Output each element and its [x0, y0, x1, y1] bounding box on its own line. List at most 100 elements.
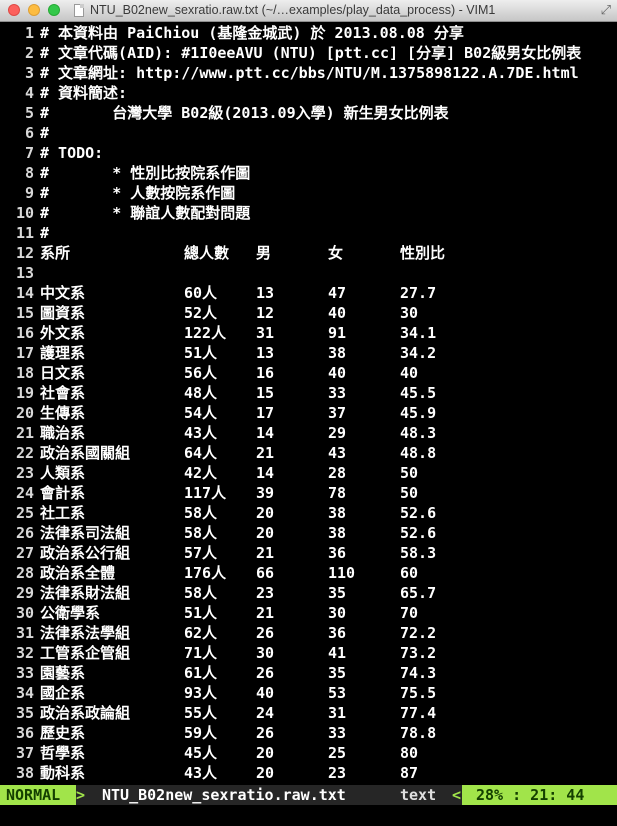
- dept-cell: 日文系: [40, 364, 86, 382]
- ratio-cell: 60: [400, 564, 419, 582]
- dept-cell: 公衛學系: [40, 604, 101, 622]
- line-number: 11: [15, 224, 34, 242]
- line-text: # * 性別比按院系作圖: [40, 164, 251, 182]
- male-cell: 21: [256, 604, 275, 622]
- total-cell: 45人: [184, 744, 218, 762]
- male-cell: 24: [256, 704, 275, 722]
- female-cell: 36: [328, 624, 347, 642]
- total-cell: 48人: [184, 384, 218, 402]
- male-cell: 14: [256, 464, 275, 482]
- total-cell: 55人: [184, 704, 218, 722]
- male-cell: 12: [256, 304, 275, 322]
- ratio-cell: 34.1: [400, 324, 437, 342]
- line-text: # * 人數按院系作圖: [40, 184, 236, 202]
- fullscreen-icon[interactable]: ⤢: [601, 2, 611, 18]
- line-text: #: [40, 224, 50, 242]
- line-number: 9: [24, 184, 34, 202]
- dept-cell: 歷史系: [40, 724, 86, 742]
- male-cell: 21: [256, 544, 275, 562]
- line-number: 32: [15, 644, 34, 662]
- line-number: 22: [15, 444, 34, 462]
- female-cell: 29: [328, 424, 347, 442]
- line-number: 23: [15, 464, 34, 482]
- separator-right-icon: >: [76, 786, 86, 804]
- female-cell: 47: [328, 284, 347, 302]
- ratio-cell: 74.3: [400, 664, 437, 682]
- total-cell: 58人: [184, 584, 218, 602]
- dept-cell: 法律系司法組: [40, 524, 131, 542]
- male-cell: 26: [256, 664, 275, 682]
- zoom-button[interactable]: [48, 4, 60, 16]
- dept-cell: 生傳系: [40, 404, 86, 422]
- female-cell: 23: [328, 764, 347, 782]
- female-cell: 30: [328, 604, 347, 622]
- dept-cell: 護理系: [40, 344, 86, 362]
- header-dept: 系所: [40, 244, 71, 262]
- mode-indicator: NORMAL: [0, 785, 76, 805]
- dept-cell: 會計系: [40, 484, 86, 502]
- ratio-cell: 52.6: [400, 504, 437, 522]
- ratio-cell: 73.2: [400, 644, 437, 662]
- total-cell: 176人: [184, 564, 227, 582]
- dept-cell: 職治系: [40, 424, 86, 442]
- dept-cell: 政治系全體: [40, 564, 116, 582]
- female-cell: 25: [328, 744, 347, 762]
- ratio-cell: 65.7: [400, 584, 437, 602]
- ratio-cell: 27.7: [400, 284, 437, 302]
- dept-cell: 圖資系: [40, 304, 86, 322]
- ratio-cell: 50: [400, 484, 419, 502]
- editor-buffer[interactable]: 1 # 本資料由 PaiChiou (基隆金城武) 於 2013.08.08 分享…: [0, 22, 617, 784]
- line-number: 29: [15, 584, 34, 602]
- cursor-position: 28% : 21: 44: [462, 785, 617, 805]
- total-cell: 43人: [184, 764, 218, 782]
- male-cell: 14: [256, 424, 275, 442]
- female-cell: 33: [328, 724, 347, 742]
- ratio-cell: 80: [400, 744, 419, 762]
- window-title: NTU_B02new_sexratio.raw.txt (~/…examples…: [90, 3, 496, 17]
- command-line[interactable]: [0, 805, 617, 826]
- line-number: 35: [15, 704, 34, 722]
- line-number: 33: [15, 664, 34, 682]
- male-cell: 15: [256, 384, 275, 402]
- total-cell: 93人: [184, 684, 218, 702]
- male-cell: 31: [256, 324, 275, 342]
- dept-cell: 工管系企管組: [40, 644, 131, 662]
- male-cell: 66: [256, 564, 275, 582]
- female-cell: 40: [328, 304, 347, 322]
- minimize-button[interactable]: [28, 4, 40, 16]
- dept-cell: 哲學系: [40, 744, 86, 762]
- header-total: 總人數: [184, 244, 230, 262]
- line-text: #: [40, 124, 50, 142]
- close-button[interactable]: [8, 4, 20, 16]
- male-cell: 20: [256, 524, 275, 542]
- line-number: 38: [15, 764, 34, 782]
- line-number: 24: [15, 484, 34, 502]
- dept-cell: 社會系: [40, 384, 86, 402]
- male-cell: 39: [256, 484, 275, 502]
- line-number: 18: [15, 364, 34, 382]
- header-ratio: 性別比: [400, 244, 446, 262]
- line-number: 16: [15, 324, 34, 342]
- total-cell: 57人: [184, 544, 218, 562]
- separator-left-icon: <: [452, 786, 462, 804]
- status-line: NORMAL > NTU_B02new_sexratio.raw.txt tex…: [0, 785, 617, 805]
- male-cell: 20: [256, 764, 275, 782]
- ratio-cell: 40: [400, 364, 419, 382]
- ratio-cell: 34.2: [400, 344, 437, 362]
- total-cell: 56人: [184, 364, 218, 382]
- female-cell: 35: [328, 584, 347, 602]
- female-cell: 41: [328, 644, 347, 662]
- total-cell: 42人: [184, 464, 218, 482]
- male-cell: 21: [256, 444, 275, 462]
- line-number: 17: [15, 344, 34, 362]
- line-number: 7: [24, 144, 34, 162]
- ratio-cell: 48.3: [400, 424, 437, 442]
- total-cell: 122人: [184, 324, 227, 342]
- female-cell: 53: [328, 684, 347, 702]
- dept-cell: 人類系: [40, 464, 86, 482]
- dept-cell: 中文系: [40, 284, 86, 302]
- total-cell: 58人: [184, 524, 218, 542]
- line-number: 34: [15, 684, 34, 702]
- dept-cell: 社工系: [40, 504, 86, 522]
- document-icon[interactable]: [74, 4, 84, 17]
